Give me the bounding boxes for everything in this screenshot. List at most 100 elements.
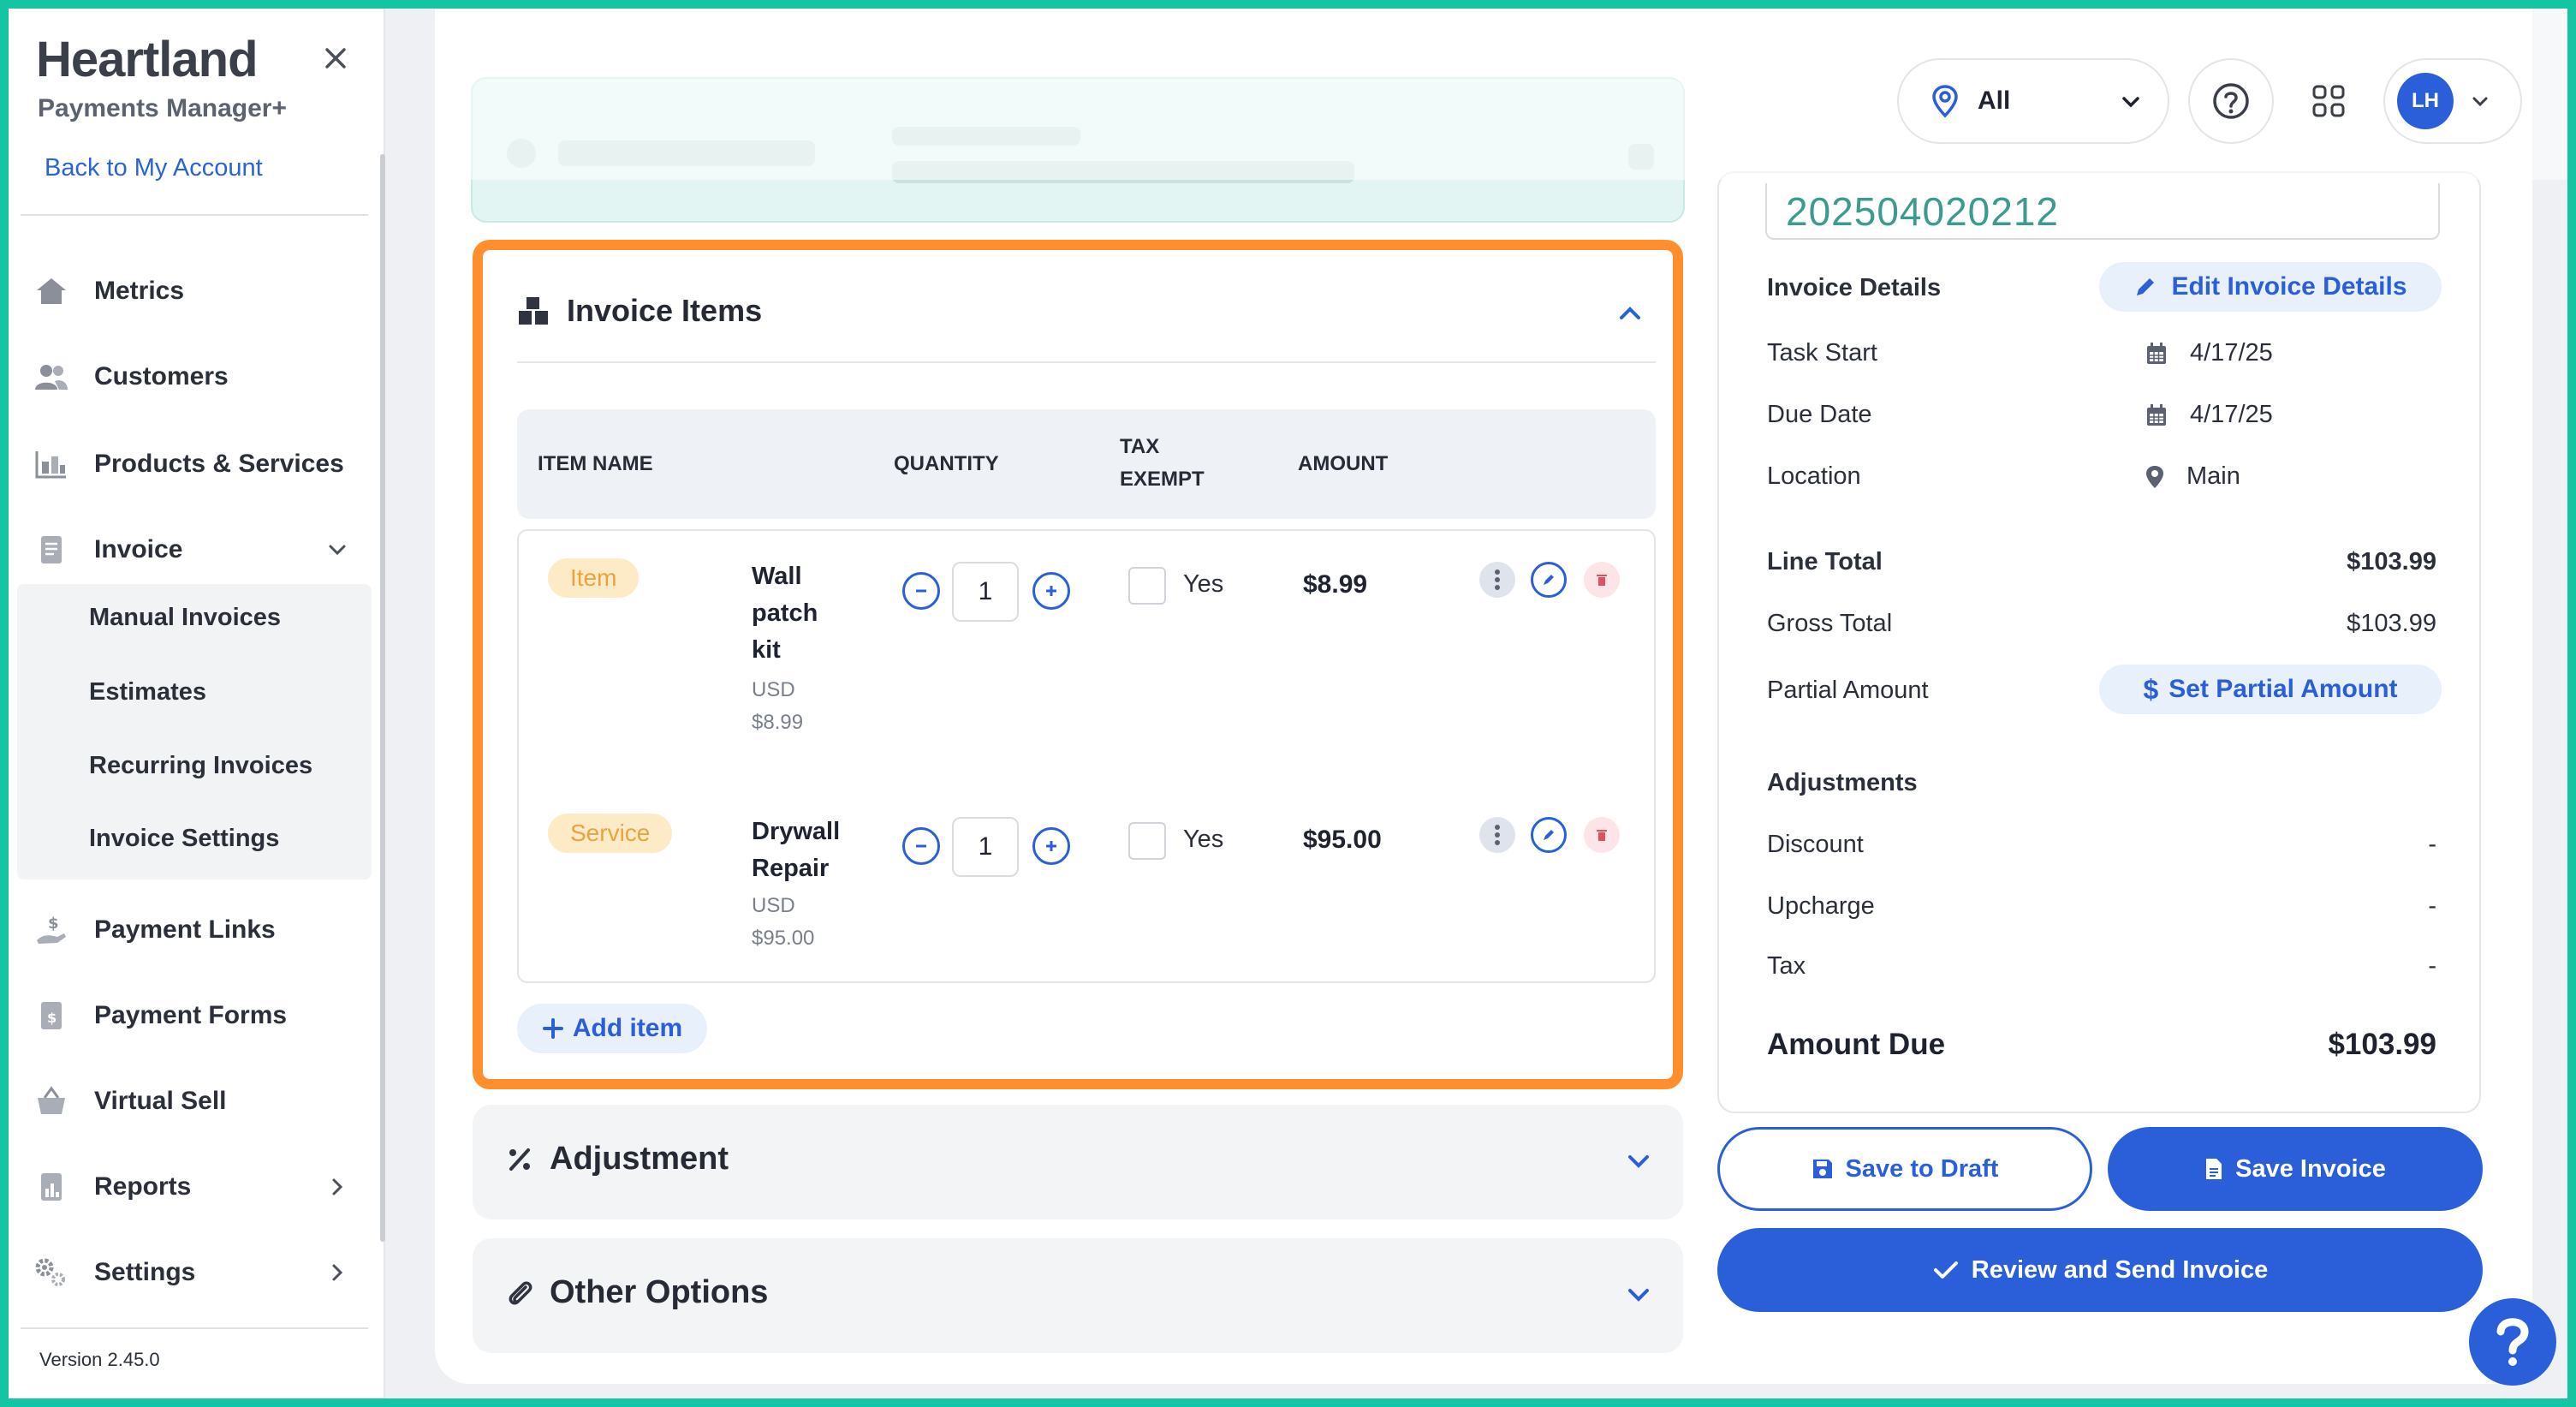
column-header-quantity: QUANTITY — [894, 452, 999, 475]
home-icon — [34, 274, 68, 308]
tax-exempt-checkbox[interactable] — [1128, 822, 1166, 860]
paperclip-icon — [509, 1281, 532, 1304]
upcharge-label: Upcharge — [1767, 892, 1875, 920]
delete-item-button[interactable] — [1584, 817, 1620, 853]
add-item-button[interactable]: Add item — [517, 1004, 707, 1053]
line-total-value: $103.99 — [2347, 548, 2436, 575]
sidebar-item-payment-forms[interactable]: $ Payment Forms — [34, 990, 360, 1041]
column-header-item-name: ITEM NAME — [538, 452, 653, 475]
kebab-icon — [1495, 569, 1500, 590]
sidebar-subitem-estimates[interactable]: Estimates — [89, 678, 206, 706]
chevron-down-icon — [329, 545, 346, 556]
column-header-tax-exempt: TAX — [1120, 435, 1160, 458]
form-icon: $ — [34, 999, 68, 1033]
plus-icon — [542, 1018, 563, 1039]
sidebar-item-payment-links[interactable]: $ Payment Links — [34, 904, 360, 956]
invoice-items-section: Invoice Items ITEM NAME QUANTITY TAX EXE… — [473, 240, 1683, 1089]
location-selector[interactable]: All — [1897, 58, 2169, 144]
increase-quantity-button[interactable] — [1032, 827, 1070, 865]
tax-value: - — [2428, 952, 2436, 980]
sidebar-item-label: Virtual Sell — [94, 1087, 227, 1115]
edit-item-button[interactable] — [1531, 817, 1567, 853]
sidebar-item-settings[interactable]: Settings — [34, 1247, 360, 1298]
sidebar-item-customers[interactable]: Customers — [34, 351, 360, 402]
set-partial-amount-button[interactable]: $ Set Partial Amount — [2099, 665, 2442, 714]
help-button[interactable] — [2188, 58, 2274, 144]
divider — [517, 361, 1656, 363]
apps-button[interactable] — [2286, 58, 2371, 144]
brand-logo: Heartland — [36, 32, 259, 87]
invoice-number-field[interactable]: 202504020212 — [1765, 183, 2440, 240]
report-icon — [34, 1170, 68, 1204]
edit-item-button[interactable] — [1531, 562, 1567, 598]
tax-label: Tax — [1767, 952, 1806, 980]
user-menu[interactable]: LH — [2383, 58, 2522, 144]
sidebar-item-reports[interactable]: Reports — [34, 1161, 360, 1213]
kebab-icon — [1495, 825, 1500, 845]
pencil-icon — [1544, 575, 1554, 585]
due-date-value: 4/17/25 — [2145, 401, 2273, 429]
sidebar-item-label: Products & Services — [94, 450, 344, 478]
edit-invoice-details-label: Edit Invoice Details — [2171, 272, 2407, 301]
more-options-button[interactable] — [1479, 817, 1515, 853]
avatar: LH — [2397, 73, 2454, 129]
sidebar-subitem-invoice-settings[interactable]: Invoice Settings — [89, 825, 279, 853]
chevron-up-icon[interactable] — [1611, 295, 1649, 332]
save-to-draft-button[interactable]: Save to Draft — [1717, 1127, 2092, 1211]
discount-label: Discount — [1767, 831, 1864, 858]
review-and-send-button[interactable]: Review and Send Invoice — [1717, 1228, 2483, 1312]
trash-icon — [1597, 575, 1607, 586]
sidebar-item-metrics[interactable]: Metrics — [34, 265, 360, 317]
plus-icon — [1046, 586, 1056, 596]
decrease-quantity-button[interactable] — [902, 572, 940, 610]
delete-item-button[interactable] — [1584, 562, 1620, 598]
sidebar-item-label: Metrics — [94, 277, 185, 305]
amount-due-value: $103.99 — [2328, 1028, 2436, 1061]
chevron-down-icon[interactable] — [1620, 1142, 1657, 1180]
invoice-summary-card: 202504020212 Invoice Details Edit Invoic… — [1717, 171, 2481, 1113]
sidebar-subitem-manual-invoices[interactable]: Manual Invoices — [89, 604, 281, 632]
document-icon — [34, 533, 68, 567]
item-type-badge: Item — [548, 558, 640, 598]
sidebar-item-products-services[interactable]: Products & Services — [34, 438, 360, 490]
gross-total-label: Gross Total — [1767, 610, 1893, 637]
basket-icon — [34, 1084, 68, 1118]
sidebar-item-virtual-sell[interactable]: Virtual Sell — [34, 1076, 360, 1127]
main-content: Invoice Items ITEM NAME QUANTITY TAX EXE… — [435, 9, 2567, 1384]
quantity-input[interactable]: 1 — [952, 817, 1019, 877]
sidebar-item-invoice[interactable]: Invoice — [34, 524, 360, 575]
chevron-down-icon[interactable] — [1620, 1276, 1657, 1314]
more-options-button[interactable] — [1479, 562, 1515, 598]
adjustment-section[interactable]: Adjustment — [473, 1105, 1683, 1219]
invoice-details-label: Invoice Details — [1767, 274, 1942, 301]
item-name: Drywall Repair — [752, 814, 840, 887]
task-start-value: 4/17/25 — [2145, 339, 2273, 367]
item-name-line: Repair — [752, 855, 830, 882]
column-header-tax-exempt: EXEMPT — [1120, 468, 1205, 491]
invoice-items-header[interactable]: Invoice Items — [517, 293, 762, 329]
item-amount: $8.99 — [1303, 570, 1368, 599]
checkmark-icon — [1933, 1261, 1958, 1279]
edit-invoice-details-button[interactable]: Edit Invoice Details — [2099, 262, 2442, 312]
increase-quantity-button[interactable] — [1032, 572, 1070, 610]
quantity-input[interactable]: 1 — [952, 562, 1019, 622]
close-icon[interactable] — [318, 41, 353, 75]
map-pin-icon — [2146, 465, 2163, 488]
due-date: 4/17/25 — [2190, 401, 2273, 428]
chevron-right-icon — [332, 1264, 343, 1281]
location-selector-value: All — [1978, 86, 2011, 115]
tax-exempt-checkbox[interactable] — [1128, 567, 1166, 605]
sidebar-scrollbar[interactable] — [380, 154, 385, 1242]
location-value: Main — [2145, 462, 2240, 491]
calendar-icon — [2147, 403, 2166, 426]
back-to-account-link[interactable]: Back to My Account — [45, 154, 263, 182]
users-icon — [34, 360, 68, 394]
help-fab-button[interactable] — [2469, 1298, 2556, 1386]
review-and-send-label: Review and Send Invoice — [1971, 1255, 2269, 1284]
save-invoice-button[interactable]: Save Invoice — [2108, 1127, 2483, 1211]
decrease-quantity-button[interactable] — [902, 827, 940, 865]
boxes-icon — [519, 297, 548, 325]
sidebar-divider — [21, 214, 368, 216]
other-options-section[interactable]: Other Options — [473, 1238, 1683, 1353]
sidebar-subitem-recurring-invoices[interactable]: Recurring Invoices — [89, 752, 312, 780]
